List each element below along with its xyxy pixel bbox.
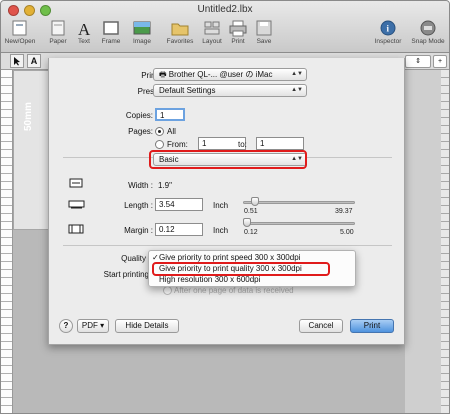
margin-label: Margin : — [124, 226, 153, 235]
width-value: 1.9" — [158, 181, 172, 190]
pages-all-label: All — [167, 127, 176, 136]
label-size-text: 50mm — [23, 102, 34, 131]
paper-icon — [51, 20, 65, 36]
toolbar-favorites-button[interactable]: Favorites — [163, 19, 197, 51]
to-page-field[interactable]: 1 — [256, 137, 304, 150]
quality-menu-item-high-res[interactable]: High resolution 300 x 600dpi — [149, 275, 355, 285]
toolbar-image-button[interactable]: Image — [125, 19, 159, 51]
pages-from-label: From: — [167, 140, 188, 149]
favorites-icon — [171, 23, 189, 36]
after-one-page-label: After one page of data is received — [174, 286, 294, 295]
pages-label: Pages: — [128, 127, 153, 136]
arrow-pointer-icon — [14, 57, 20, 66]
length-slider-knob[interactable] — [251, 197, 260, 206]
pages-all-radio[interactable] — [155, 127, 164, 136]
label-canvas — [13, 70, 49, 230]
to-label: to: — [238, 140, 247, 149]
print-dialog: Printer: 🖶 Brother QL-... @user の iMac ▲… — [48, 58, 405, 345]
start-printing-label: Start printing — [103, 270, 149, 279]
title-bar: Untitled2.lbx New/Open Paper A Text Fram… — [1, 1, 449, 53]
quality-label: Quality — [121, 254, 146, 263]
cancel-button[interactable]: Cancel — [299, 319, 343, 333]
width-label: Width : — [128, 181, 153, 190]
separator — [63, 245, 392, 246]
quality-highlight — [152, 262, 330, 276]
margin-slider[interactable] — [243, 222, 355, 225]
print-icon — [229, 20, 247, 37]
right-ruler — [441, 70, 449, 413]
layout-icon — [204, 21, 220, 35]
length-unit: Inch — [213, 201, 229, 210]
image-icon — [133, 21, 151, 35]
stepper-arrows-icon: ⇕ — [415, 58, 421, 65]
length-field[interactable]: 3.54 — [155, 198, 203, 211]
help-button[interactable]: ? — [59, 319, 73, 333]
text-tool-button[interactable]: A — [27, 54, 41, 68]
app-window: Untitled2.lbx New/Open Paper A Text Fram… — [0, 0, 450, 414]
svg-text:A: A — [78, 20, 91, 37]
pdf-button[interactable]: PDF ▾ — [77, 319, 109, 333]
snap-mode-icon — [420, 20, 436, 36]
select-tool-button[interactable] — [10, 54, 24, 68]
save-icon — [256, 20, 272, 36]
toolbar-save-button[interactable]: Save — [247, 19, 281, 51]
toolbar-inspector-button[interactable]: i Inspector — [371, 19, 405, 51]
margin-min: 0.12 — [244, 229, 258, 236]
panel-highlight — [149, 150, 307, 169]
after-one-page-radio[interactable] — [163, 286, 172, 295]
hide-details-button[interactable]: Hide Details — [115, 319, 179, 333]
margin-unit: Inch — [213, 226, 229, 235]
popup-arrows-icon: ▲▼ — [291, 87, 303, 93]
length-max: 39.37 — [335, 208, 353, 215]
margin-icon — [68, 224, 84, 234]
toolbar-new-open-button[interactable]: New/Open — [3, 19, 37, 51]
length-icon — [68, 200, 85, 209]
plus-icon: + — [437, 58, 443, 65]
printer-icon: 🖶 — [159, 70, 169, 79]
printer-popup[interactable]: 🖶 Brother QL-... @user の iMac ▲▼ — [153, 68, 307, 81]
length-min: 0.51 — [244, 208, 258, 215]
new-open-icon — [12, 20, 27, 36]
pages-range-radio[interactable] — [155, 140, 164, 149]
length-slider[interactable] — [243, 201, 355, 204]
popup-arrows-icon: ▲▼ — [291, 71, 303, 77]
presets-popup[interactable]: Default Settings ▲▼ — [153, 84, 307, 97]
margin-slider-knob[interactable] — [243, 218, 251, 227]
toolbar-frame-button[interactable]: Frame — [94, 19, 128, 51]
inspector-icon: i — [380, 20, 396, 36]
window-title: Untitled2.lbx — [197, 4, 253, 15]
copies-label: Copies: — [125, 111, 153, 120]
copies-field[interactable]: 1 — [155, 108, 185, 121]
width-icon — [69, 178, 83, 188]
frame-icon — [103, 21, 119, 35]
length-label: Length : — [124, 201, 153, 210]
text-icon: A — [78, 20, 91, 37]
print-button[interactable]: Print — [350, 319, 394, 333]
add-button[interactable]: + — [433, 55, 447, 68]
zoom-stepper[interactable]: ⇕ — [405, 55, 431, 68]
vertical-ruler — [1, 70, 13, 413]
margin-field[interactable]: 0.12 — [155, 223, 203, 236]
margin-max: 5.00 — [340, 229, 354, 236]
toolbar-snap-mode-button[interactable]: Snap Mode — [411, 19, 445, 51]
